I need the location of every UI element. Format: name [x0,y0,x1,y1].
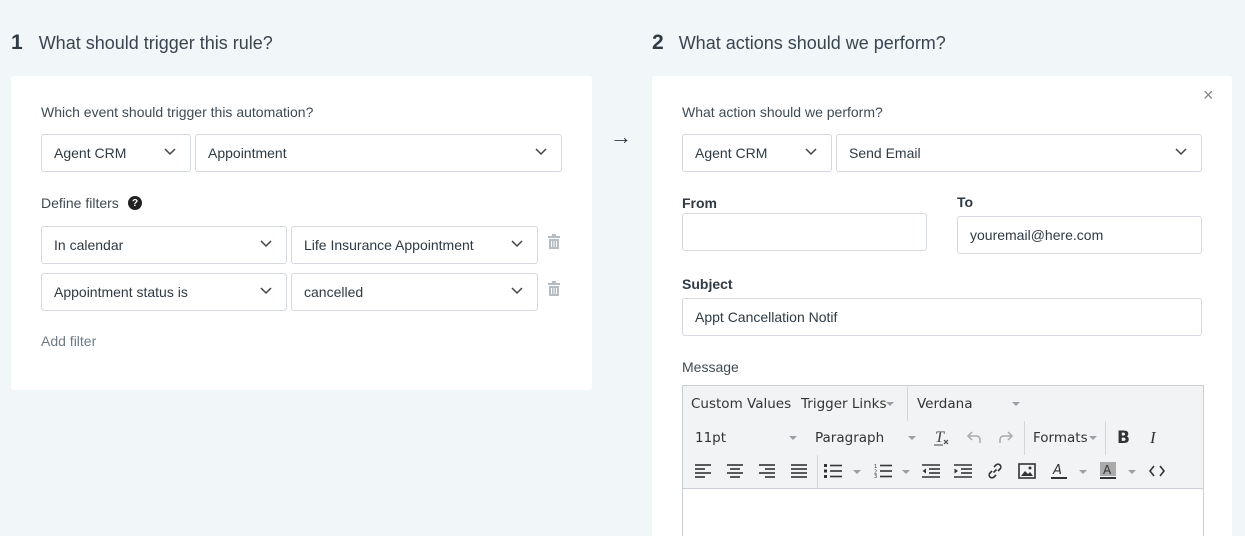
align-center-icon[interactable] [725,461,745,481]
to-field[interactable]: youremail@here.com [957,216,1202,254]
step-number: 2 [652,31,664,54]
custom-values-menu[interactable]: Custom Values [691,396,791,412]
subject-label: Subject [682,276,733,292]
caret-down-icon [902,470,910,474]
select-value: Send Email [849,145,921,161]
filters-label: Define filters [41,195,119,211]
chevron-down-icon [535,148,547,156]
chevron-down-icon [1175,148,1187,156]
select-value: In calendar [54,237,124,253]
background-color-icon[interactable]: A [1098,461,1118,481]
redo-icon[interactable] [996,427,1016,447]
image-icon[interactable] [1017,461,1037,481]
clear-formatting-icon[interactable]: T [932,427,952,447]
align-justify-icon[interactable] [789,461,809,481]
step-number: 1 [11,31,23,54]
svg-text:A: A [1103,463,1112,477]
caret-down-icon [1012,402,1020,406]
select-value: cancelled [304,284,364,300]
bold-button[interactable]: B [1117,428,1130,448]
select-value: Appointment [208,145,287,161]
link-icon[interactable] [985,461,1005,481]
svg-text:T: T [935,429,945,446]
select-value: Agent CRM [695,145,768,161]
message-label: Message [682,359,739,375]
step-title: What actions should we perform? [678,33,946,53]
caret-down-icon [789,436,797,440]
action-label: What action should we perform? [682,104,883,120]
event-label: Which event should trigger this automati… [41,104,314,120]
outdent-icon[interactable] [921,461,941,481]
svg-text:A: A [1052,463,1062,478]
chevron-down-icon [260,240,272,248]
chevron-down-icon [805,148,817,156]
help-icon[interactable]: ? [128,196,142,210]
toolbar-divider [1024,421,1025,455]
from-label: From [682,195,717,211]
toolbar-divider [907,387,908,421]
caret-down-icon [853,470,861,474]
select-value: Appointment status is [54,284,188,300]
step-2-header: 2 What actions should we perform? [652,31,946,55]
filter-value-select[interactable]: cancelled [291,273,538,311]
step-title: What should trigger this rule? [38,33,273,53]
toolbar-divider [817,455,818,488]
filter-field-select[interactable]: Appointment status is [41,273,287,311]
arrow-right-icon: → [610,124,632,149]
caret-down-icon [908,436,916,440]
text-color-icon[interactable]: A [1049,461,1069,481]
indent-icon[interactable] [953,461,973,481]
trigger-app-select[interactable]: Agent CRM [41,134,191,172]
caret-down-icon [1089,436,1097,440]
chevron-down-icon [511,240,523,248]
action-type-select[interactable]: Send Email [836,134,1202,172]
numbered-list-icon[interactable]: 123 [873,461,893,481]
block-format-select[interactable]: Paragraph [815,430,884,446]
chevron-down-icon [164,148,176,156]
source-code-icon[interactable] [1147,461,1167,481]
add-filter-link[interactable]: Add filter [41,333,96,349]
subject-field[interactable]: Appt Cancellation Notif [682,298,1202,336]
trigger-links-menu[interactable]: Trigger Links [801,396,887,412]
editor-toolbar: Custom Values Trigger Links Verdana 11pt… [683,386,1203,489]
caret-down-icon [886,402,894,406]
chevron-down-icon [260,287,272,295]
italic-button[interactable]: I [1150,428,1156,448]
svg-text:3: 3 [874,474,877,478]
toolbar-divider [1105,421,1106,455]
trash-icon[interactable] [547,281,561,297]
caret-down-icon [1079,470,1087,474]
caret-down-icon [1128,470,1136,474]
align-right-icon[interactable] [757,461,777,481]
action-app-select[interactable]: Agent CRM [682,134,832,172]
close-icon[interactable]: × [1203,85,1214,106]
chevron-down-icon [511,287,523,295]
trigger-event-select[interactable]: Appointment [195,134,562,172]
bullet-list-icon[interactable] [823,461,843,481]
from-field[interactable] [682,213,927,251]
select-value: Agent CRM [54,145,127,161]
message-editor[interactable]: Custom Values Trigger Links Verdana 11pt… [682,385,1204,536]
trash-icon[interactable] [547,234,561,250]
font-size-select[interactable]: 11pt [695,430,726,446]
filter-value-select[interactable]: Life Insurance Appointment [291,226,538,264]
formats-menu[interactable]: Formats [1033,430,1088,446]
select-value: Life Insurance Appointment [304,237,474,253]
undo-icon[interactable] [964,427,984,447]
font-family-select[interactable]: Verdana [917,396,972,412]
step-1-header: 1 What should trigger this rule? [11,31,273,55]
to-label: To [957,194,974,210]
filter-field-select[interactable]: In calendar [41,226,287,264]
align-left-icon[interactable] [693,461,713,481]
